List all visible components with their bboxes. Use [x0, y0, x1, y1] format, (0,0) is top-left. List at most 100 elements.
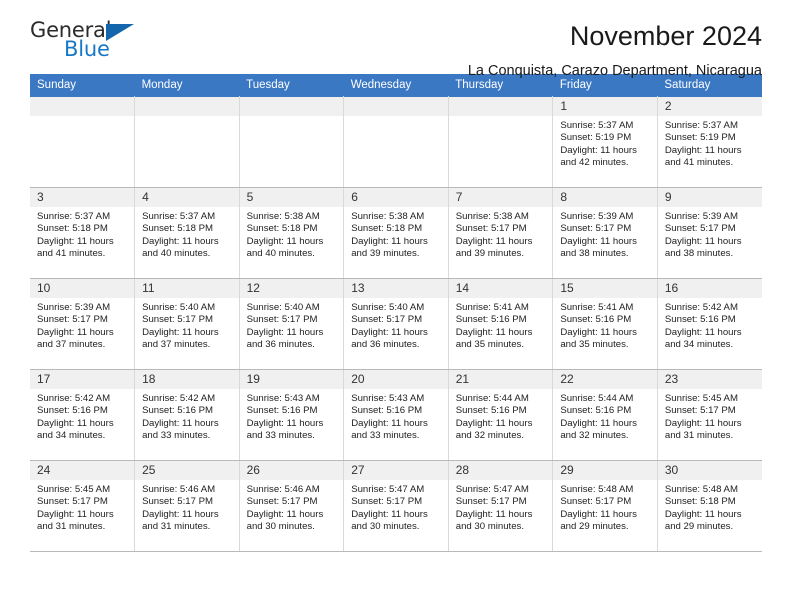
calendar-day-cell[interactable]: 8 Sunrise: 5:39 AM Sunset: 5:17 PM Daylight… — [552, 187, 658, 279]
calendar-page: General Blue November 2024 La Conquista,… — [0, 0, 792, 612]
calendar-day-cell[interactable]: 14 Sunrise: 5:41 AM Sunset: 5:16 PM Dayligh… — [448, 278, 554, 370]
page-subtitle: La Conquista, Carazo Department, Nicarag… — [467, 63, 762, 79]
day-number: 27 — [344, 461, 448, 480]
daylight-duration: Daylight: 11 hours and 42 minutes. — [560, 144, 637, 169]
daylight-duration: Daylight: 11 hours and 30 minutes. — [351, 508, 428, 533]
day-number: 18 — [135, 370, 239, 389]
sunrise-time: Sunrise: 5:38 AM — [351, 211, 425, 222]
daylight-duration: Daylight: 11 hours and 39 minutes. — [351, 235, 428, 260]
sunrise-time: Sunrise: 5:44 AM — [455, 393, 529, 404]
page-header: General Blue November 2024 La Conquista,… — [30, 0, 762, 79]
daylight-duration: Daylight: 11 hours and 32 minutes. — [455, 417, 533, 442]
day-details: Sunrise: 5:47 AM Sunset: 5:17 PM Daylight:… — [449, 480, 552, 534]
calendar-day-cell[interactable]: 16 Sunrise: 5:42 AM Sunset: 5:16 PM Dayligh… — [657, 278, 762, 370]
sunset-time: Sunset: 5:16 PM — [142, 405, 213, 417]
day-details: Sunrise: 5:37 AM Sunset: 5:18 PM Daylight:… — [30, 207, 134, 261]
daylight-duration: Daylight: 11 hours and 31 minutes. — [664, 417, 742, 442]
day-details: Sunrise: 5:43 AM Sunset: 5:16 PM Daylight:… — [240, 389, 343, 443]
daylight-duration: Daylight: 11 hours and 35 minutes. — [455, 326, 533, 351]
calendar-day-cell[interactable]: 15 Sunrise: 5:41 AM Sunset: 5:16 PM Dayligh… — [552, 278, 658, 370]
sunset-time: Sunset: 5:17 PM — [560, 223, 632, 235]
sunrise-time: Sunrise: 5:42 AM — [664, 302, 738, 313]
daylight-duration: Daylight: 11 hours and 36 minutes. — [351, 326, 428, 351]
day-details: Sunrise: 5:45 AM Sunset: 5:17 PM Daylight:… — [658, 389, 762, 443]
calendar-week-row: 1 Sunrise: 5:37 AM Sunset: 5:19 PM Daylight… — [30, 96, 762, 188]
day-details: Sunrise: 5:41 AM Sunset: 5:16 PM Daylight:… — [449, 298, 552, 352]
day-details: Sunrise: 5:44 AM Sunset: 5:16 PM Daylight:… — [449, 389, 552, 443]
calendar-day-cell[interactable]: 23 Sunrise: 5:45 AM Sunset: 5:17 PM Dayligh… — [657, 369, 762, 461]
sunset-time: Sunset: 5:17 PM — [560, 496, 632, 508]
sunrise-time: Sunrise: 5:39 AM — [560, 211, 634, 222]
sunrise-time: Sunrise: 5:43 AM — [351, 393, 425, 404]
calendar-day-cell[interactable]: 28 Sunrise: 5:47 AM Sunset: 5:17 PM Dayligh… — [448, 460, 554, 552]
sunset-time: Sunset: 5:17 PM — [37, 314, 108, 326]
sunset-time: Sunset: 5:19 PM — [560, 132, 632, 144]
calendar-day-cell[interactable]: 21 Sunrise: 5:44 AM Sunset: 5:16 PM Dayligh… — [448, 369, 554, 461]
sunrise-time: Sunrise: 5:47 AM — [455, 484, 529, 495]
day-number: 14 — [448, 279, 552, 298]
calendar-day-cell[interactable]: 20 Sunrise: 5:43 AM Sunset: 5:16 PM Dayligh… — [343, 369, 449, 461]
day-number: 11 — [135, 279, 239, 298]
calendar-day-cell[interactable]: 30 Sunrise: 5:48 AM Sunset: 5:18 PM Dayligh… — [657, 460, 762, 552]
sunset-time: Sunset: 5:16 PM — [560, 314, 632, 326]
calendar-day-cell[interactable]: 3 Sunrise: 5:37 AM Sunset: 5:18 PM Daylight… — [30, 187, 136, 279]
daylight-duration: Daylight: 11 hours and 41 minutes. — [664, 144, 742, 169]
sunset-time: Sunset: 5:17 PM — [37, 496, 108, 508]
calendar-day-cell[interactable]: 17 Sunrise: 5:42 AM Sunset: 5:16 PM Dayligh… — [30, 369, 136, 461]
daylight-duration: Daylight: 11 hours and 37 minutes. — [37, 326, 114, 351]
day-details: Sunrise: 5:48 AM Sunset: 5:18 PM Daylight:… — [658, 480, 762, 534]
daylight-duration: Daylight: 11 hours and 31 minutes. — [37, 508, 114, 533]
day-details: Sunrise: 5:42 AM Sunset: 5:16 PM Daylight:… — [135, 389, 238, 443]
weekday-header-monday: Monday — [134, 74, 240, 97]
sunset-time: Sunset: 5:16 PM — [37, 405, 108, 417]
calendar-day-cell[interactable]: 26 Sunrise: 5:46 AM Sunset: 5:17 PM Dayligh… — [239, 460, 345, 552]
day-details: Sunrise: 5:48 AM Sunset: 5:17 PM Daylight:… — [553, 480, 656, 534]
sunrise-sunset-calendar: Sunday Monday Tuesday Wednesday Thursday… — [30, 74, 762, 552]
sunrise-time: Sunrise: 5:48 AM — [664, 484, 738, 495]
page-title: November 2024 — [569, 21, 762, 51]
calendar-day-cell[interactable]: 12 Sunrise: 5:40 AM Sunset: 5:17 PM Dayligh… — [239, 278, 345, 370]
day-details: Sunrise: 5:38 AM Sunset: 5:18 PM Daylight:… — [344, 207, 447, 261]
calendar-week-row: 24 Sunrise: 5:45 AM Sunset: 5:17 PM Dayligh… — [30, 460, 762, 552]
sunrise-time: Sunrise: 5:42 AM — [142, 393, 216, 404]
calendar-day-cell[interactable]: 6 Sunrise: 5:38 AM Sunset: 5:18 PM Daylight… — [343, 187, 449, 279]
calendar-day-cell[interactable]: 25 Sunrise: 5:46 AM Sunset: 5:17 PM Dayligh… — [134, 460, 240, 552]
calendar-day-cell[interactable]: 18 Sunrise: 5:42 AM Sunset: 5:16 PM Dayligh… — [134, 369, 240, 461]
calendar-day-cell-empty — [239, 96, 345, 188]
calendar-day-cell[interactable]: 13 Sunrise: 5:40 AM Sunset: 5:17 PM Dayligh… — [343, 278, 449, 370]
calendar-day-cell[interactable]: 27 Sunrise: 5:47 AM Sunset: 5:17 PM Dayligh… — [343, 460, 449, 552]
generalblue-logo[interactable]: General Blue — [30, 18, 150, 64]
day-number: 30 — [657, 461, 762, 480]
day-details: Sunrise: 5:42 AM Sunset: 5:16 PM Daylight:… — [658, 298, 762, 352]
calendar-day-cell[interactable]: 11 Sunrise: 5:40 AM Sunset: 5:17 PM Dayligh… — [134, 278, 240, 370]
sunrise-time: Sunrise: 5:43 AM — [246, 393, 320, 404]
sunset-time: Sunset: 5:16 PM — [246, 405, 318, 417]
day-number: 22 — [553, 370, 657, 389]
calendar-day-cell[interactable]: 1 Sunrise: 5:37 AM Sunset: 5:19 PM Daylight… — [552, 96, 658, 188]
day-number: 8 — [553, 188, 657, 207]
sunset-time: Sunset: 5:17 PM — [455, 496, 527, 508]
calendar-day-cell[interactable]: 2 Sunrise: 5:37 AM Sunset: 5:19 PM Daylight… — [657, 96, 762, 188]
day-number: 17 — [30, 370, 134, 389]
calendar-day-cell[interactable]: 4 Sunrise: 5:37 AM Sunset: 5:18 PM Daylight… — [134, 187, 240, 279]
calendar-day-cell[interactable]: 7 Sunrise: 5:38 AM Sunset: 5:17 PM Daylight… — [448, 187, 554, 279]
calendar-day-cell[interactable]: 29 Sunrise: 5:48 AM Sunset: 5:17 PM Dayligh… — [552, 460, 658, 552]
day-number: 23 — [657, 370, 762, 389]
calendar-day-cell[interactable]: 9 Sunrise: 5:39 AM Sunset: 5:17 PM Daylight… — [657, 187, 762, 279]
sunset-time: Sunset: 5:19 PM — [664, 132, 736, 144]
day-details: Sunrise: 5:39 AM Sunset: 5:17 PM Daylight:… — [553, 207, 656, 261]
sunrise-time: Sunrise: 5:44 AM — [560, 393, 634, 404]
sunrise-time: Sunrise: 5:46 AM — [142, 484, 216, 495]
calendar-day-cell[interactable]: 24 Sunrise: 5:45 AM Sunset: 5:17 PM Dayligh… — [30, 460, 136, 552]
calendar-day-cell[interactable]: 22 Sunrise: 5:44 AM Sunset: 5:16 PM Dayligh… — [552, 369, 658, 461]
sunrise-time: Sunrise: 5:37 AM — [142, 211, 216, 222]
day-number: 4 — [135, 188, 239, 207]
calendar-day-cell-empty — [448, 96, 554, 188]
daylight-duration: Daylight: 11 hours and 30 minutes. — [246, 508, 324, 533]
calendar-day-cell[interactable]: 5 Sunrise: 5:38 AM Sunset: 5:18 PM Daylight… — [239, 187, 345, 279]
day-number: 12 — [239, 279, 343, 298]
calendar-day-cell[interactable]: 19 Sunrise: 5:43 AM Sunset: 5:16 PM Dayligh… — [239, 369, 345, 461]
logo-text-blue: Blue — [64, 37, 110, 61]
daylight-duration: Daylight: 11 hours and 29 minutes. — [560, 508, 637, 533]
calendar-day-cell[interactable]: 10 Sunrise: 5:39 AM Sunset: 5:17 PM Dayligh… — [30, 278, 136, 370]
